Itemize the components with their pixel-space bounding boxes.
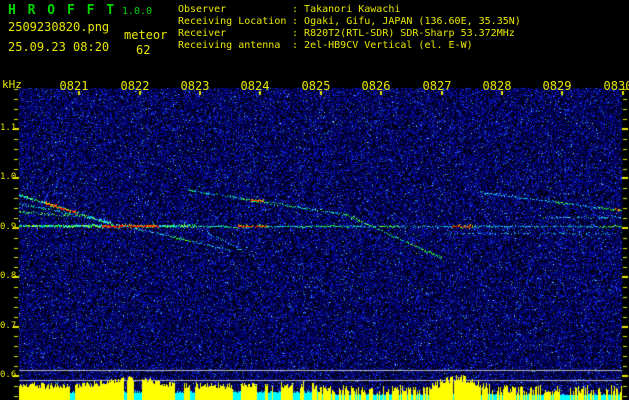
field-colon: : [292, 16, 305, 27]
time-tick-label: 0827 [422, 79, 452, 93]
time-tick-label: 0822 [120, 79, 150, 93]
file-datetime: 25.09.23 08:20 [8, 40, 110, 54]
freq-axis-unit: kHz [2, 78, 22, 91]
time-tick-label: 0826 [361, 79, 391, 93]
header-field-row: Receiving antenna: 2el-HB9CV Vertical (e… [178, 40, 521, 52]
field-value: 2el-HB9CV Vertical (el. E-W) [304, 40, 473, 51]
time-tick-label: 0830 [603, 79, 629, 93]
field-label: Observer [178, 4, 227, 15]
spectrogram-canvas [0, 0, 629, 400]
time-tick-label: 0825 [301, 79, 331, 93]
output-filename: 2509230820.png [8, 20, 110, 34]
header-field-row: Receiving Location: Ogaki, Gifu, JAPAN (… [178, 16, 521, 28]
freq-tick-label: 0.7 [0, 321, 17, 331]
freq-tick-label: 0.8 [0, 271, 17, 281]
time-tick-label: 0821 [59, 79, 89, 93]
freq-tick-label: 1.1 [0, 123, 17, 133]
field-label: Receiving Location [178, 16, 287, 27]
hrofft-output-screen: H R O F F T 1.0.0 2509230820.png meteor … [0, 0, 629, 400]
time-tick-label: 0823 [180, 79, 210, 93]
header-field-row: Receiver: R820T2(RTL-SDR) SDR-Sharp 53.3… [178, 28, 521, 40]
mode-label: meteor [124, 28, 168, 42]
field-colon: : [292, 40, 305, 51]
time-tick-label: 0824 [240, 79, 270, 93]
field-label: Receiver [178, 28, 227, 39]
meteor-count: 62 [136, 43, 151, 57]
time-tick-label: 0828 [482, 79, 512, 93]
field-colon: : [292, 28, 305, 39]
field-value: R820T2(RTL-SDR) SDR-Sharp 53.372MHz [304, 28, 515, 39]
header-field-row: Observer: Takanori Kawachi [178, 4, 521, 16]
field-value: Takanori Kawachi [304, 4, 401, 15]
field-colon: : [292, 4, 305, 15]
header-fields: Observer: Takanori Kawachi Receiving Loca… [178, 4, 521, 52]
freq-tick-label: 0.6 [0, 370, 17, 380]
time-tick-label: 0829 [542, 79, 572, 93]
app-title: H R O F F T [8, 3, 117, 18]
field-value: Ogaki, Gifu, JAPAN (136.60E, 35.35N) [304, 16, 521, 27]
freq-tick-label: 1.0 [0, 172, 17, 182]
app-version: 1.0.0 [122, 6, 153, 17]
freq-tick-label: 0.9 [0, 222, 17, 232]
field-label: Receiving antenna [178, 40, 281, 51]
